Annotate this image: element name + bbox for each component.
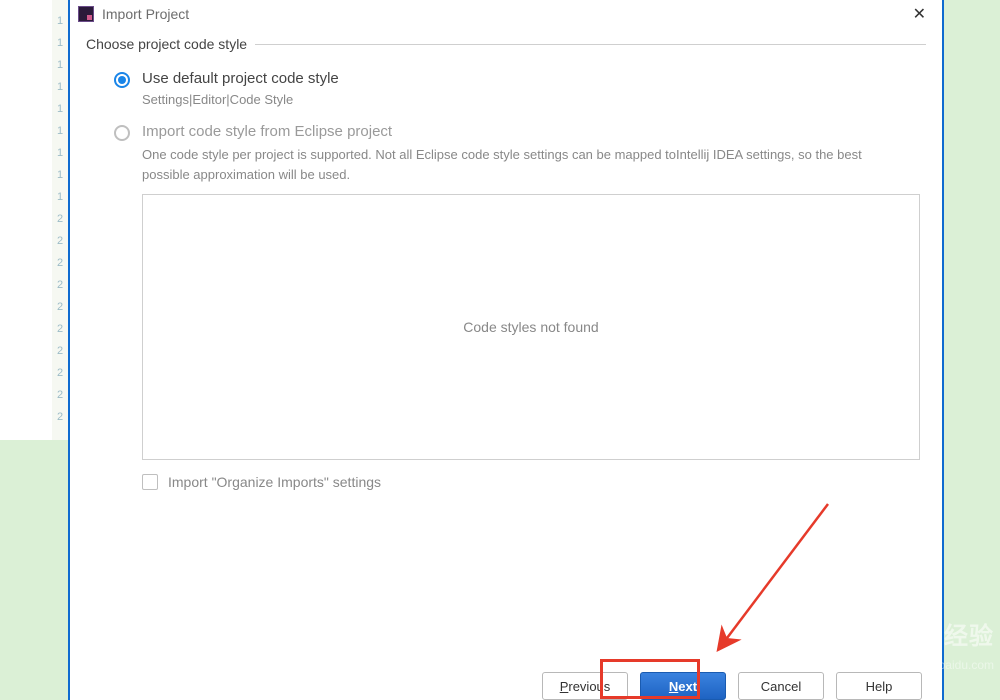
previous-button[interactable]: Previous xyxy=(542,672,628,700)
section-header-label: Choose project code style xyxy=(86,36,247,52)
option-default-sub: Settings|Editor|Code Style xyxy=(142,92,926,107)
next-button[interactable]: Next xyxy=(640,672,726,700)
option-eclipse-description: One code style per project is supported.… xyxy=(142,145,902,184)
organize-imports-option[interactable]: Import "Organize Imports" settings xyxy=(142,474,926,490)
divider xyxy=(255,44,926,45)
close-icon[interactable]: ✕ xyxy=(907,4,932,24)
dialog-content: Choose project code style Use default pr… xyxy=(70,32,942,666)
radio-selected-icon[interactable] xyxy=(114,72,130,88)
checkbox-icon[interactable] xyxy=(142,474,158,490)
section-header: Choose project code style xyxy=(86,36,926,52)
option-eclipse-label: Import code style from Eclipse project xyxy=(142,123,392,140)
background-panel xyxy=(0,0,52,440)
help-button[interactable]: Help xyxy=(836,672,922,700)
cancel-button[interactable]: Cancel xyxy=(738,672,824,700)
line-gutter: 1111111112222222222 xyxy=(52,0,68,440)
organize-imports-label: Import "Organize Imports" settings xyxy=(168,474,381,490)
window-title: Import Project xyxy=(102,6,907,22)
app-icon xyxy=(78,6,94,22)
titlebar: Import Project ✕ xyxy=(70,0,942,32)
option-default-code-style[interactable]: Use default project code style xyxy=(114,70,926,88)
import-project-dialog: Import Project ✕ Choose project code sty… xyxy=(68,0,944,700)
list-empty-text: Code styles not found xyxy=(463,319,598,335)
button-bar: Previous Next Cancel Help xyxy=(70,666,942,700)
radio-unselected-icon[interactable] xyxy=(114,125,130,141)
option-eclipse-code-style[interactable]: Import code style from Eclipse project xyxy=(114,123,926,141)
option-default-label: Use default project code style xyxy=(142,70,339,87)
code-styles-list: Code styles not found xyxy=(142,194,920,460)
